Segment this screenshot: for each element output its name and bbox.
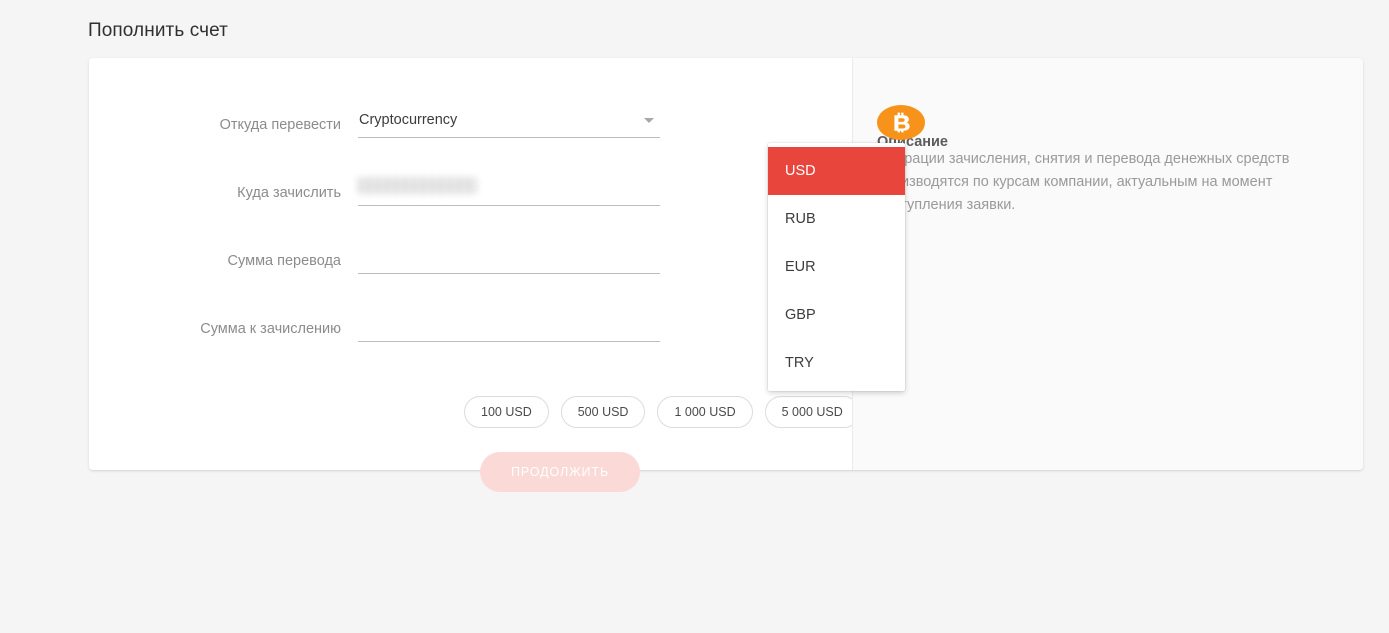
submit-button-wrap: ПРОДОЛЖИТЬ — [480, 452, 640, 492]
form-row-destination: Куда зачислить — [89, 172, 660, 220]
description-text: Операции зачисления, снятия и перевода д… — [877, 151, 1290, 213]
form-row-transfer-amount: Сумма перевода — [89, 240, 660, 288]
deposit-card: Откуда перевести Cryptocurrency Куда зач… — [89, 58, 1363, 492]
redacted-value — [358, 177, 477, 194]
label-destination: Куда зачислить — [237, 185, 341, 201]
currency-option-try[interactable]: TRY — [768, 339, 905, 387]
currency-dropdown: USD RUB EUR GBP TRY — [768, 143, 905, 391]
currency-option-eur[interactable]: EUR — [768, 243, 905, 291]
currency-option-usd[interactable]: USD — [768, 147, 905, 195]
quick-amount-chips: 100 USD 500 USD 1 000 USD 5 000 USD — [464, 396, 860, 428]
label-source: Откуда перевести — [219, 117, 341, 133]
transfer-amount-input[interactable] — [358, 240, 660, 272]
continue-button[interactable]: ПРОДОЛЖИТЬ — [480, 452, 640, 492]
source-select-value: Cryptocurrency — [359, 112, 458, 128]
description-panel: Описание Операции зачисления, снятия и п… — [852, 58, 1363, 470]
quick-amount-chip[interactable]: 1 000 USD — [657, 396, 753, 428]
form-row-source: Откуда перевести Cryptocurrency — [89, 104, 660, 152]
deposit-form-panel: Откуда перевести Cryptocurrency Куда зач… — [89, 58, 905, 492]
bitcoin-icon — [877, 105, 925, 140]
form-row-credited-amount: Сумма к зачислению — [89, 308, 660, 356]
credited-amount-input[interactable] — [358, 308, 660, 340]
chevron-down-icon — [644, 118, 654, 123]
credited-amount-field-wrap — [358, 308, 660, 342]
source-select[interactable]: Cryptocurrency — [358, 104, 660, 138]
currency-option-gbp[interactable]: GBP — [768, 291, 905, 339]
label-transfer-amount: Сумма перевода — [227, 253, 341, 269]
page-title: Пополнить счет — [88, 20, 228, 41]
quick-amount-chip[interactable]: 100 USD — [464, 396, 549, 428]
label-credited-amount: Сумма к зачислению — [200, 321, 341, 337]
currency-option-rub[interactable]: RUB — [768, 195, 905, 243]
transfer-amount-field-wrap — [358, 240, 660, 274]
destination-field-wrap — [358, 172, 660, 206]
quick-amount-chip[interactable]: 5 000 USD — [764, 396, 860, 428]
quick-amount-chip[interactable]: 500 USD — [560, 396, 646, 428]
